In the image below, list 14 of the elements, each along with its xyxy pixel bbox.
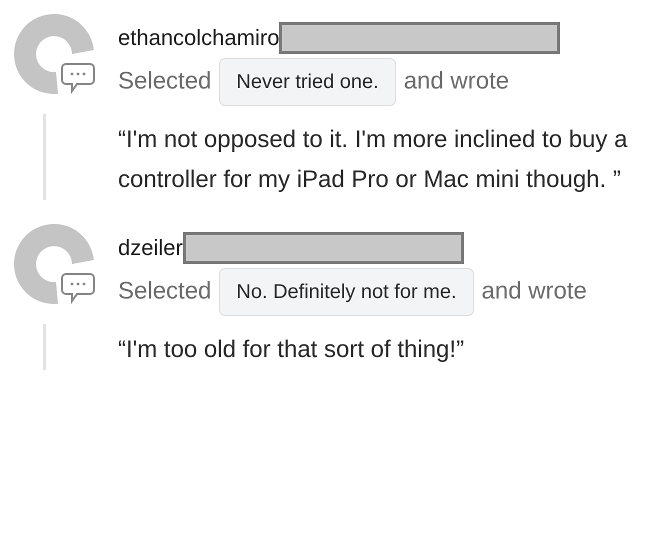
- comment-quote: “I'm not opposed to it. I'm more inclined to buy a controller for my iPad Pro or Mac mini though. ”: [118, 125, 628, 195]
- selected-label: Selected: [118, 277, 212, 304]
- wrote-label: and wrote: [404, 67, 510, 94]
- avatar-icon: [12, 222, 96, 306]
- username[interactable]: ethancolchamiro: [118, 24, 280, 52]
- chat-bubble-icon: [60, 62, 96, 94]
- answer-chip: No. Definitely not for me.: [219, 268, 474, 316]
- avatar-icon: [12, 12, 96, 96]
- comment-quote: “I'm too old for that sort of thing!”: [118, 335, 466, 365]
- selected-label: Selected: [118, 67, 212, 94]
- answer-chip: Never tried one.: [219, 58, 396, 106]
- chat-bubble-icon: [60, 272, 96, 304]
- wrote-label: and wrote: [482, 277, 587, 304]
- username[interactable]: dzeiler: [118, 234, 183, 262]
